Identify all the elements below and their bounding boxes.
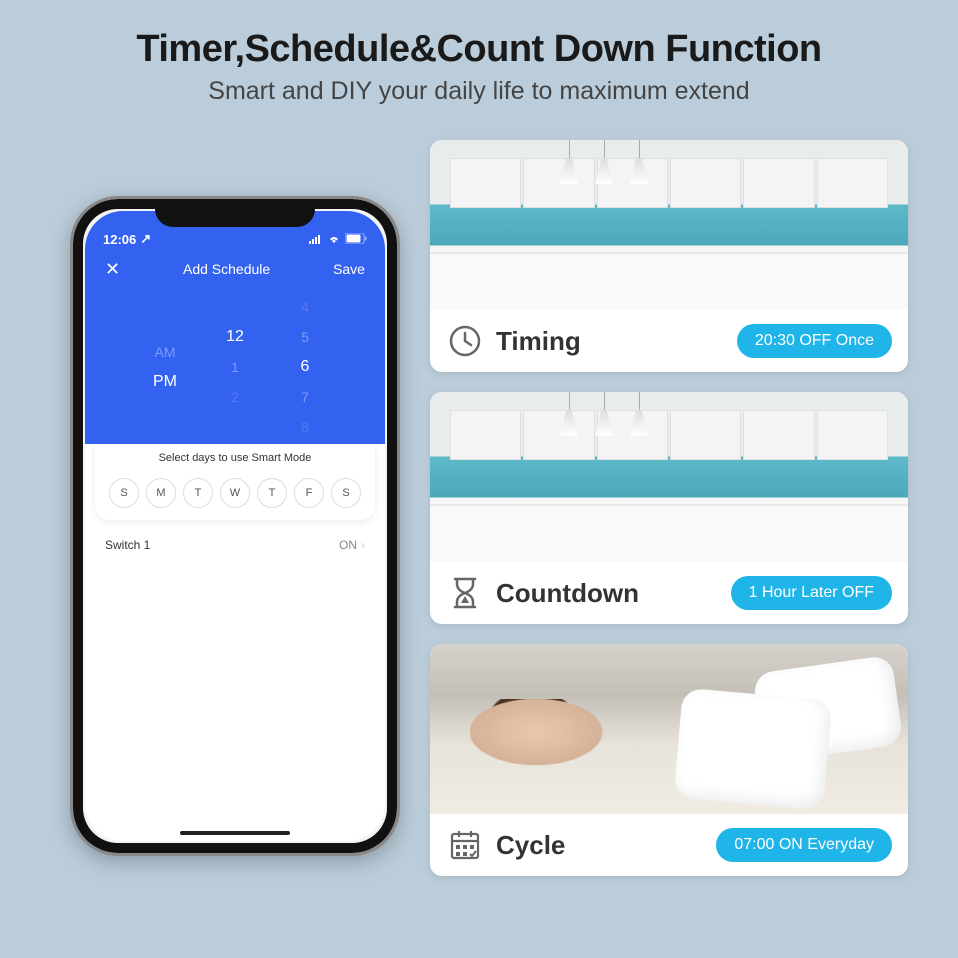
day-mon[interactable]: M [146, 478, 176, 508]
days-card: Select days to use Smart Mode S M T W T … [95, 434, 375, 520]
days-card-title: Select days to use Smart Mode [109, 452, 361, 464]
day-sat[interactable]: S [331, 478, 361, 508]
tile-cycle-image [430, 644, 908, 814]
wifi-icon [327, 232, 341, 247]
tile-countdown: Countdown 1 Hour Later OFF [430, 392, 908, 624]
tile-cycle-pill: 07:00 ON Everyday [716, 828, 892, 862]
phone-screen: 12:06 ↗ ✕ Add Schedule [85, 211, 385, 841]
tile-countdown-bar: Countdown 1 Hour Later OFF [430, 562, 908, 624]
days-row: S M T W T F S [109, 478, 361, 508]
switch-name: Switch 1 [105, 538, 150, 552]
feature-tiles: Timing 20:30 OFF Once Countdown 1 Hour L… [430, 140, 908, 876]
day-sun[interactable]: S [109, 478, 139, 508]
picker-hour[interactable]: 12 1 2 [215, 322, 255, 412]
clock-icon [446, 322, 484, 360]
page-subtitle: Smart and DIY your daily life to maximum… [0, 77, 958, 106]
switch-value: ON › [339, 538, 365, 552]
tile-timing-pill: 20:30 OFF Once [737, 324, 892, 358]
phone-mockup: 12:06 ↗ ✕ Add Schedule [70, 196, 400, 856]
hourglass-icon [446, 574, 484, 612]
chevron-right-icon: › [361, 538, 365, 552]
phone-notch [155, 199, 315, 227]
main-content: 12:06 ↗ ✕ Add Schedule [0, 106, 958, 876]
close-button[interactable]: ✕ [105, 259, 120, 280]
day-thu[interactable]: T [257, 478, 287, 508]
home-indicator[interactable] [180, 831, 290, 835]
tile-cycle: Cycle 07:00 ON Everyday [430, 644, 908, 876]
header: Timer,Schedule&Count Down Function Smart… [0, 0, 958, 106]
signal-icon [309, 232, 323, 247]
day-wed[interactable]: W [220, 478, 250, 508]
day-tue[interactable]: T [183, 478, 213, 508]
page-title: Timer,Schedule&Count Down Function [0, 28, 958, 71]
save-button[interactable]: Save [333, 261, 365, 277]
picker-ampm[interactable]: AM PM [145, 337, 185, 397]
day-fri[interactable]: F [294, 478, 324, 508]
battery-icon [345, 232, 367, 247]
nav-title: Add Schedule [183, 261, 270, 277]
status-time: 12:06 [103, 232, 136, 247]
picker-minute[interactable]: 4 5 6 7 8 [285, 292, 325, 442]
tile-cycle-bar: Cycle 07:00 ON Everyday [430, 814, 908, 876]
tile-countdown-pill: 1 Hour Later OFF [731, 576, 892, 610]
tile-cycle-label: Cycle [496, 830, 704, 861]
calendar-icon [446, 826, 484, 864]
location-icon: ↗ [140, 231, 151, 247]
tile-timing-label: Timing [496, 326, 725, 357]
tile-timing-bar: Timing 20:30 OFF Once [430, 310, 908, 372]
tile-countdown-label: Countdown [496, 578, 719, 609]
tile-countdown-image [430, 392, 908, 562]
nav-bar: ✕ Add Schedule Save [85, 249, 385, 289]
time-picker[interactable]: AM PM 12 1 2 4 5 6 7 8 [85, 289, 385, 444]
tile-timing: Timing 20:30 OFF Once [430, 140, 908, 372]
tile-timing-image [430, 140, 908, 310]
switch-row[interactable]: Switch 1 ON › [85, 520, 385, 570]
